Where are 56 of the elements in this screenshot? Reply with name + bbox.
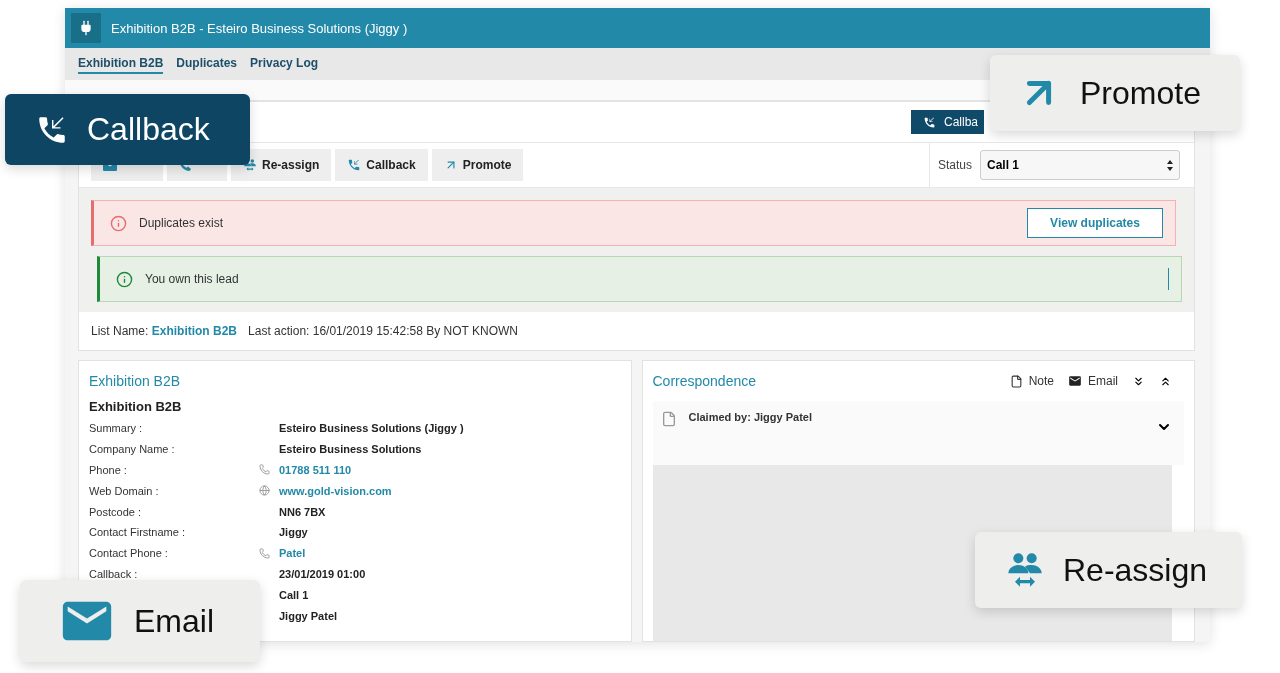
field-label: Phone : — [89, 464, 128, 476]
alert-text: Duplicates exist — [139, 216, 225, 230]
field-value[interactable]: www.gold-vision.com — [279, 484, 621, 497]
field-value: 23/01/2019 01:00 — [279, 567, 367, 580]
tab[interactable]: Exhibition B2B — [78, 54, 164, 74]
promote-button[interactable]: Promote — [431, 149, 524, 181]
callout-label: Promote — [1080, 74, 1201, 112]
window-title: Exhibition B2B - Esteiro Business Solutions (Jiggy ) — [111, 20, 408, 36]
alert-text: You own this lead — [145, 272, 240, 286]
document-icon — [660, 411, 677, 427]
status-select[interactable]: Call 1 — [980, 150, 1180, 180]
field-label: Summary : — [89, 422, 144, 435]
field-value: NN6 7BX — [279, 505, 327, 518]
list-name: List Name: Exhibition B2B — [91, 324, 238, 338]
sort-arrows-icon — [1167, 159, 1173, 171]
app-logo — [71, 13, 101, 43]
last-action: Last action: 16/01/2019 15:42:58 By NOT KNOWN — [248, 324, 518, 338]
field-label: Postcode : — [89, 505, 142, 518]
field-value: Call 1 — [279, 588, 310, 601]
field-label: Callback : — [89, 567, 139, 580]
email-button[interactable]: Email — [1068, 374, 1118, 388]
reassign-button[interactable]: Re-assign — [231, 149, 332, 181]
phone-icon — [259, 464, 270, 476]
view-duplicates-button[interactable]: View duplicates — [1027, 208, 1163, 238]
field-label: Company Name : — [89, 443, 176, 456]
email-icon — [1068, 374, 1082, 388]
field-value: Jiggy Patel — [279, 609, 339, 622]
tab[interactable]: Duplicates — [176, 54, 238, 74]
globe-icon — [259, 485, 270, 497]
correspondence-item[interactable]: Claimed by: Jiggy Patel — [652, 401, 1184, 465]
panel-title: Correspondence — [652, 373, 756, 389]
tab[interactable]: Privacy Log — [250, 54, 319, 74]
section-title: Exhibition B2B — [89, 399, 183, 414]
callout-label: Email — [134, 602, 214, 640]
callback-icon — [922, 115, 936, 129]
panel-title: Exhibition B2B — [89, 373, 182, 389]
status-label: Status — [938, 158, 973, 172]
note-button[interactable]: Note — [1009, 374, 1054, 388]
callout-label: Callback — [87, 111, 210, 148]
field-label: Contact Firstname : — [89, 526, 186, 539]
field-value: Jiggy — [279, 526, 309, 539]
field-value[interactable]: 01788 511 110 — [279, 464, 621, 476]
field-value[interactable]: Patel — [279, 547, 621, 560]
note-icon — [1009, 374, 1023, 388]
callback-button[interactable]: Callba — [910, 110, 984, 134]
phone-icon — [259, 547, 270, 559]
item-text: Claimed by: Jiggy Patel — [688, 411, 812, 423]
callback-icon — [347, 158, 362, 172]
callout-label: Re-assign — [1063, 551, 1208, 589]
callback-button[interactable]: Callback — [335, 149, 428, 181]
info-icon — [110, 214, 127, 232]
field-value: Esteiro Business Solutions — [279, 443, 423, 456]
field-label: Contact Phone : — [89, 547, 169, 560]
field-label: Web Domain : — [89, 484, 160, 497]
info-icon — [116, 270, 133, 288]
field-value: Esteiro Business Solutions (Jiggy ) — [279, 422, 465, 435]
